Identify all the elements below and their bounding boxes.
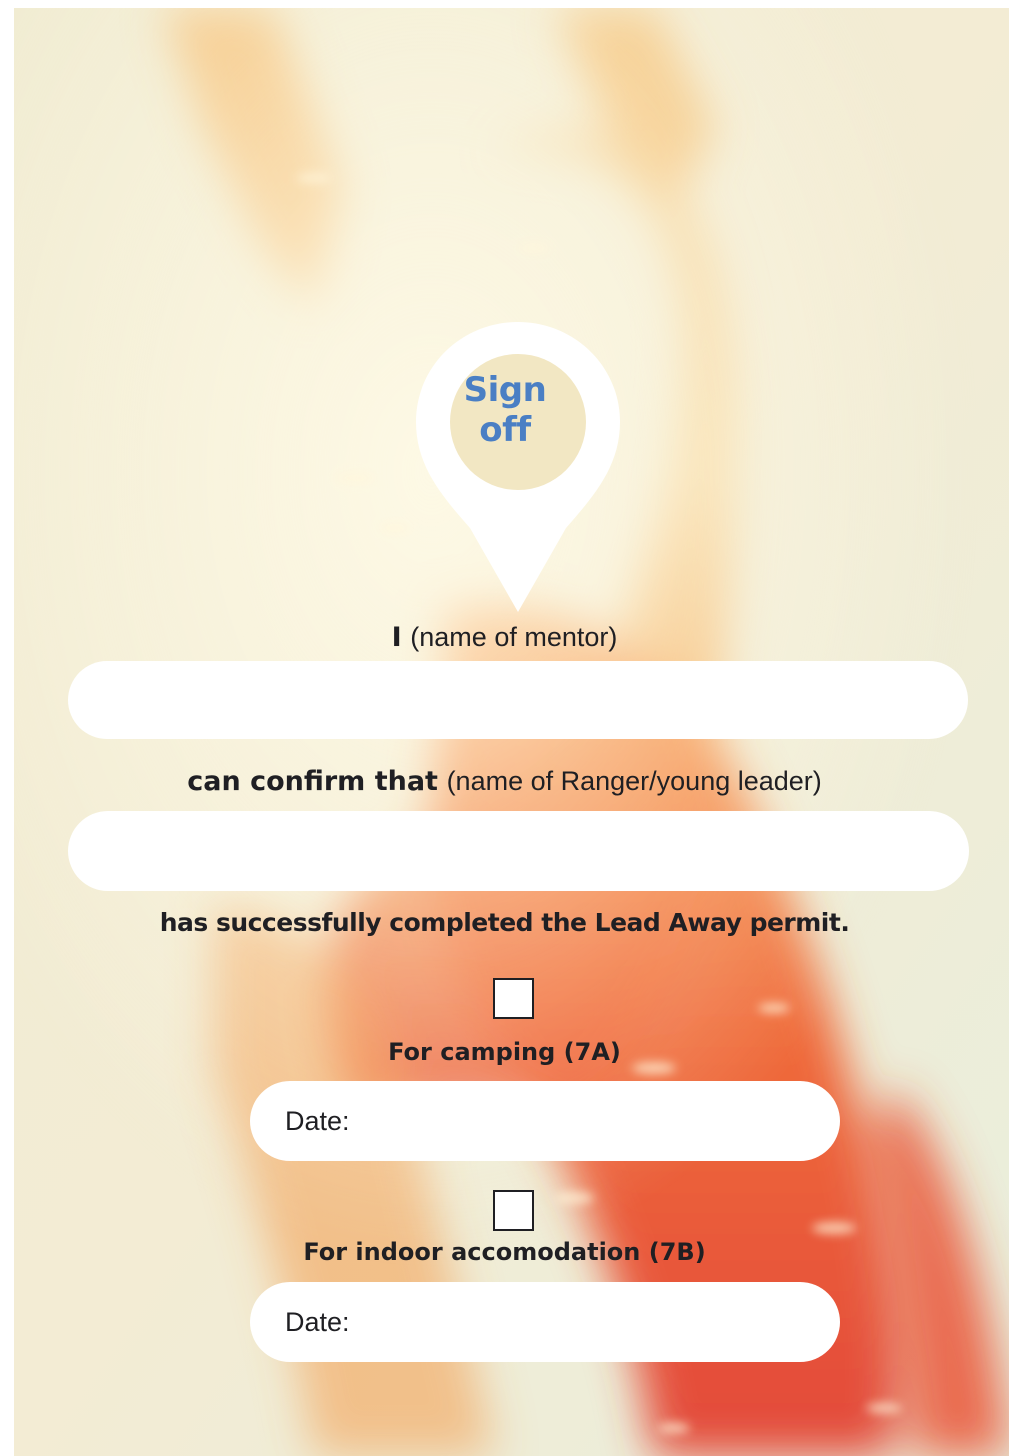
indoor-label-text: For indoor accomodation (7B) [303, 1238, 706, 1266]
camping-checkbox[interactable] [493, 978, 534, 1019]
mentor-label-strong: I [391, 622, 402, 653]
camping-date-field[interactable]: Date: [250, 1081, 840, 1161]
camping-label-text: For camping (7A) [388, 1038, 621, 1066]
sign-off-title-line1: Sign [463, 370, 547, 410]
sign-off-title-line2: off [479, 410, 531, 450]
indoor-checkbox[interactable] [493, 1190, 534, 1231]
completion-statement: has successfully completed the Lead Away… [0, 908, 1009, 937]
mentor-label: I (name of mentor) [0, 622, 1009, 653]
completion-statement-text: has successfully completed the Lead Away… [159, 908, 850, 937]
camping-label: For camping (7A) [0, 1038, 1009, 1066]
mentor-label-hint: (name of mentor) [410, 622, 618, 652]
indoor-date-label: Date: [285, 1307, 350, 1337]
indoor-label: For indoor accomodation (7B) [0, 1238, 1009, 1266]
ranger-label-strong: can confirm that [187, 766, 438, 797]
ranger-name-field[interactable] [68, 811, 969, 891]
ranger-label-hint: (name of Ranger/young leader) [446, 766, 822, 796]
sign-off-title: Sign off [455, 370, 555, 450]
ranger-label: can confirm that (name of Ranger/young l… [0, 766, 1009, 797]
mentor-name-field[interactable] [68, 661, 968, 739]
map-pin-icon [416, 322, 620, 612]
camping-date-label: Date: [285, 1106, 350, 1136]
indoor-date-field[interactable]: Date: [250, 1282, 840, 1362]
